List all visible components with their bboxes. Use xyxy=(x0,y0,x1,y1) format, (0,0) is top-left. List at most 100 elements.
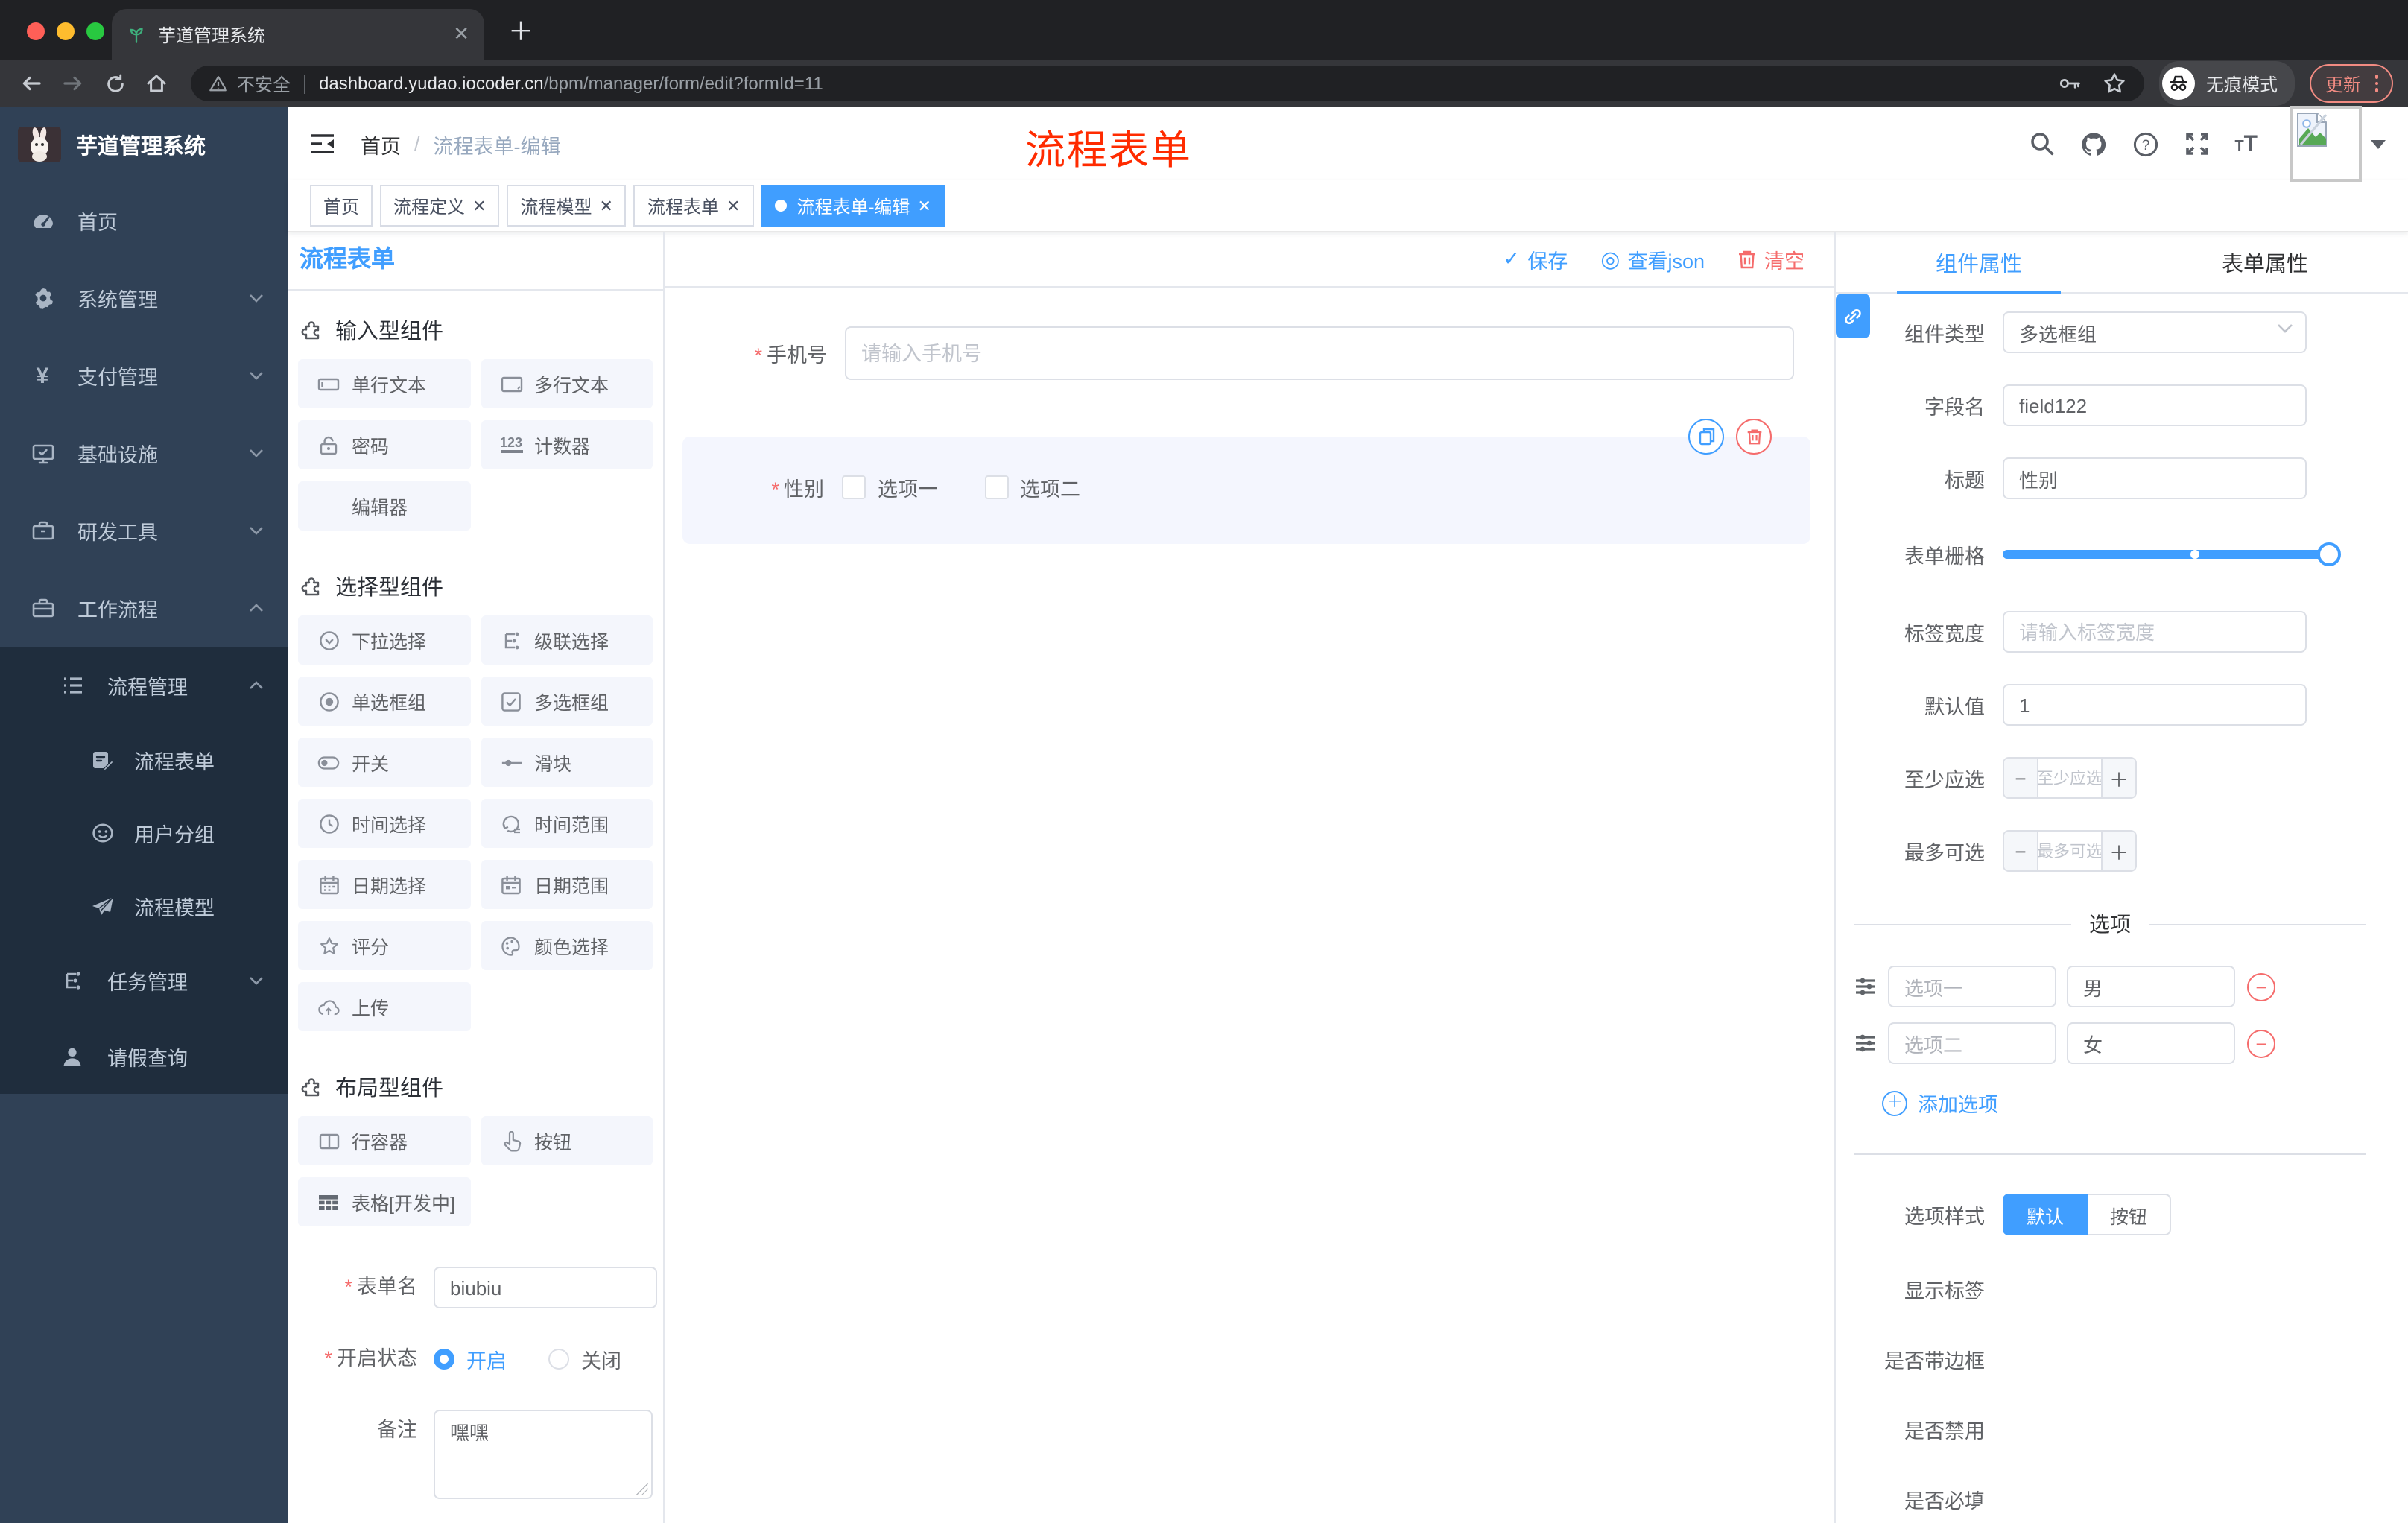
back-icon[interactable] xyxy=(12,64,51,103)
tag-close-icon[interactable]: ✕ xyxy=(600,196,613,215)
drawer-handle-link-icon[interactable] xyxy=(1836,294,1870,338)
collapse-sidebar-icon[interactable] xyxy=(310,133,335,155)
max-select-value[interactable]: 最多可选 xyxy=(2037,832,2103,870)
breadcrumb-home[interactable]: 首页 xyxy=(361,129,401,159)
component-slider[interactable]: 滑块 xyxy=(481,738,653,787)
sidebar-item-process-form[interactable]: 流程表单 xyxy=(0,723,288,796)
component-select[interactable]: 下拉选择 xyxy=(298,615,470,665)
save-button[interactable]: ✓ 保存 xyxy=(1504,244,1568,274)
sidebar-item-task-mgmt[interactable]: 任务管理 xyxy=(0,942,288,1018)
option2-label-input[interactable] xyxy=(1888,1022,2056,1064)
minimize-window-button[interactable] xyxy=(57,22,75,40)
clear-button[interactable]: 清空 xyxy=(1737,244,1805,274)
avatar[interactable] xyxy=(2290,106,2362,182)
delete-field-button[interactable] xyxy=(1736,419,1772,455)
label-width-input[interactable] xyxy=(2003,611,2307,653)
tag-process-form[interactable]: 流程表单 ✕ xyxy=(633,185,754,227)
sidebar-item-process-mgmt[interactable]: 流程管理 xyxy=(0,647,288,723)
stepper-decrease-button[interactable]: − xyxy=(2004,759,2037,797)
default-value-input[interactable] xyxy=(2003,684,2307,726)
password-key-icon[interactable] xyxy=(2059,73,2082,94)
tag-process-form-edit[interactable]: 流程表单-编辑 ✕ xyxy=(761,185,945,227)
gender-checkbox-option2[interactable]: 选项二 xyxy=(984,472,1080,502)
component-type-select[interactable]: 多选框组 xyxy=(2003,311,2307,353)
tag-close-icon[interactable]: ✕ xyxy=(917,196,931,215)
tab-component-props[interactable]: 组件属性 xyxy=(1836,232,2122,292)
tab-form-props[interactable]: 表单属性 xyxy=(2122,232,2408,292)
new-tab-button[interactable]: ＋ xyxy=(508,10,533,48)
update-label[interactable]: 更新 xyxy=(2325,71,2361,96)
status-radio-on[interactable]: 开启 xyxy=(434,1344,507,1374)
browser-update-button[interactable]: 更新 xyxy=(2310,64,2393,103)
resize-grip[interactable] xyxy=(636,1483,648,1495)
forward-icon[interactable] xyxy=(54,64,92,103)
style-button-button[interactable]: 按钮 xyxy=(2088,1194,2172,1235)
canvas-field-gender-selected[interactable]: * 性别 选项一 选项二 xyxy=(682,437,1810,544)
not-secure-warning-icon[interactable] xyxy=(209,75,228,92)
gender-checkbox-option1[interactable]: 选项一 xyxy=(842,472,938,502)
component-color-picker[interactable]: 颜色选择 xyxy=(481,921,653,970)
fullscreen-icon[interactable] xyxy=(2184,131,2209,156)
option1-value-input[interactable] xyxy=(2067,966,2235,1007)
tag-process-model[interactable]: 流程模型 ✕ xyxy=(507,185,627,227)
browser-menu-icon[interactable] xyxy=(2374,75,2378,92)
help-icon[interactable]: ? xyxy=(2132,130,2158,157)
min-select-value[interactable]: 至少应选 xyxy=(2037,759,2103,797)
style-default-button[interactable]: 默认 xyxy=(2003,1194,2088,1235)
github-icon[interactable] xyxy=(2079,130,2106,157)
browser-tab[interactable]: 芋道管理系统 ✕ xyxy=(112,9,484,60)
component-time-range[interactable]: 时间范围 xyxy=(481,799,653,848)
view-json-button[interactable]: ◎ 查看json xyxy=(1600,244,1705,274)
reload-icon[interactable] xyxy=(95,64,134,103)
component-date-picker[interactable]: 日期选择 xyxy=(298,860,470,909)
sidebar-item-home[interactable]: 首页 xyxy=(0,182,288,259)
component-counter[interactable]: 123 计数器 xyxy=(481,420,653,469)
canvas-body[interactable]: * 手机号 请输入手机号 * 性别 选项一 选项二 xyxy=(665,288,1834,1523)
home-icon[interactable] xyxy=(137,64,176,103)
stepper-increase-button[interactable]: ＋ xyxy=(2103,832,2135,870)
component-upload[interactable]: 上传 xyxy=(298,982,470,1031)
component-editor[interactable]: 编辑器 xyxy=(298,481,470,531)
url-host[interactable]: dashboard.yudao.iocoder.cn xyxy=(319,73,544,94)
sidebar-item-devtools[interactable]: 研发工具 xyxy=(0,492,288,569)
avatar-caret-icon[interactable] xyxy=(2371,139,2386,148)
address-bar[interactable]: 不安全 dashboard.yudao.iocoder.cn /bpm/mana… xyxy=(191,66,2145,101)
remove-option-button[interactable]: − xyxy=(2247,972,2275,1001)
component-rate[interactable]: 评分 xyxy=(298,921,470,970)
component-password[interactable]: 密码 xyxy=(298,420,470,469)
component-switch[interactable]: 开关 xyxy=(298,738,470,787)
sidebar-item-workflow[interactable]: 工作流程 xyxy=(0,569,288,647)
grid-slider[interactable] xyxy=(2003,542,2341,566)
component-button[interactable]: 按钮 xyxy=(481,1116,653,1165)
url-path[interactable]: /bpm/manager/form/edit?formId=11 xyxy=(544,73,823,94)
canvas-field-phone[interactable]: * 手机号 xyxy=(682,326,1810,380)
slider-handle[interactable] xyxy=(2317,542,2341,566)
form-remark-textarea[interactable]: 嘿嘿 xyxy=(434,1410,653,1499)
component-time-picker[interactable]: 时间选择 xyxy=(298,799,470,848)
component-radio-group[interactable]: 单选框组 xyxy=(298,677,470,726)
sidebar-item-system[interactable]: 系统管理 xyxy=(0,259,288,337)
sidebar-item-infra[interactable]: 基础设施 xyxy=(0,414,288,492)
stepper-decrease-button[interactable]: − xyxy=(2004,832,2037,870)
drag-handle-icon[interactable] xyxy=(1854,975,1878,998)
security-label[interactable]: 不安全 xyxy=(237,71,291,96)
component-date-range[interactable]: 日期范围 xyxy=(481,860,653,909)
checkbox-icon[interactable] xyxy=(984,475,1008,499)
sidebar-item-user-group[interactable]: 用户分组 xyxy=(0,796,288,869)
component-single-text[interactable]: 单行文本 xyxy=(298,359,470,408)
component-cascader[interactable]: 级联选择 xyxy=(481,615,653,665)
search-icon[interactable] xyxy=(2029,131,2054,156)
add-option-button[interactable]: ＋ 添加选项 xyxy=(1882,1088,2408,1118)
form-name-input[interactable] xyxy=(434,1267,657,1308)
drag-handle-icon[interactable] xyxy=(1854,1031,1878,1055)
phone-input[interactable] xyxy=(845,326,1794,380)
sidebar-item-payment[interactable]: ¥ 支付管理 xyxy=(0,337,288,414)
status-radio-off[interactable]: 关闭 xyxy=(548,1344,621,1374)
bookmark-star-icon[interactable] xyxy=(2103,72,2127,95)
sidebar-item-leave-query[interactable]: 请假查询 xyxy=(0,1018,288,1094)
tag-close-icon[interactable]: ✕ xyxy=(726,196,740,215)
tag-close-icon[interactable]: ✕ xyxy=(472,196,486,215)
option1-label-input[interactable] xyxy=(1888,966,2056,1007)
remove-option-button[interactable]: − xyxy=(2247,1029,2275,1057)
tag-process-definition[interactable]: 流程定义 ✕ xyxy=(380,185,500,227)
